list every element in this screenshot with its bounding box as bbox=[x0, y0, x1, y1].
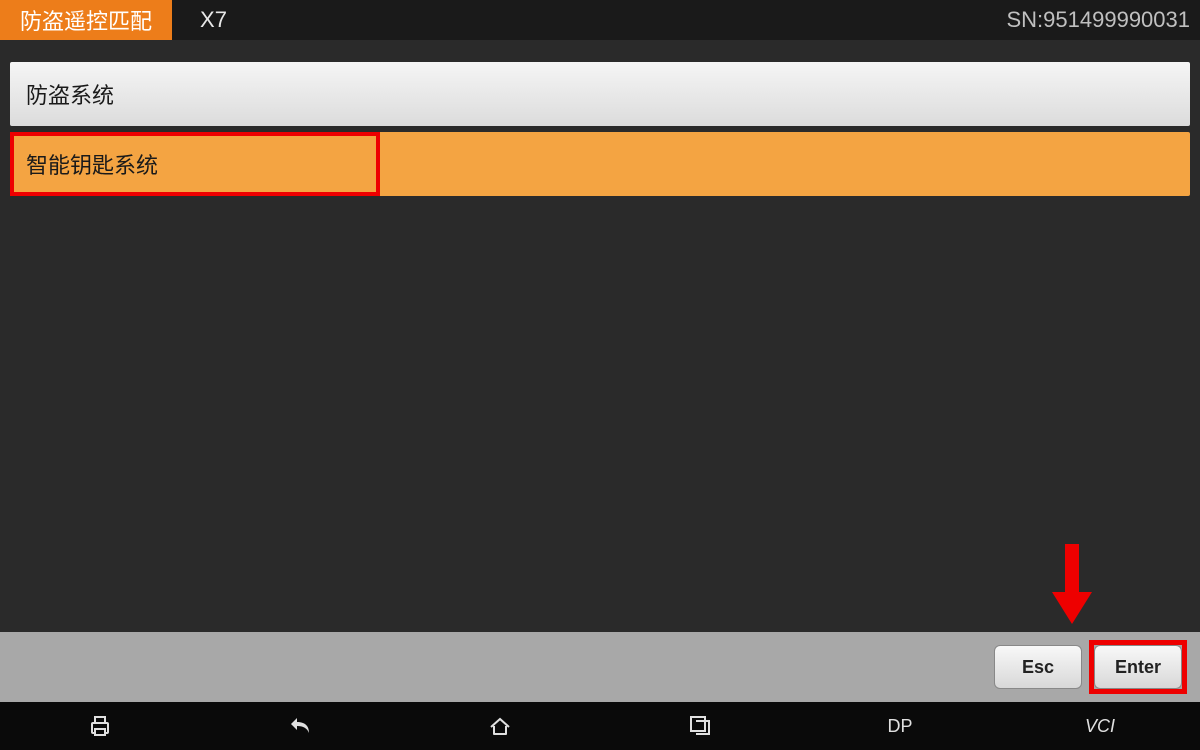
enter-button-wrapper: Enter bbox=[1094, 645, 1182, 689]
nav-dp-button[interactable]: DP bbox=[870, 702, 930, 750]
list-item-antitheft[interactable]: 防盗系统 bbox=[10, 62, 1190, 126]
footer-button-bar: Esc Enter bbox=[0, 632, 1200, 702]
nav-back-button[interactable] bbox=[270, 702, 330, 750]
list-item-label: 智能钥匙系统 bbox=[26, 148, 158, 180]
enter-button[interactable]: Enter bbox=[1094, 645, 1182, 689]
home-icon bbox=[487, 713, 513, 739]
header-bar: 防盗遥控匹配 X7 SN:951499990031 bbox=[0, 0, 1200, 40]
enter-button-label: Enter bbox=[1115, 657, 1161, 678]
nav-dp-label: DP bbox=[887, 716, 912, 737]
nav-recent-button[interactable] bbox=[670, 702, 730, 750]
header-serial: SN:951499990031 bbox=[1007, 7, 1191, 33]
esc-button-label: Esc bbox=[1022, 657, 1054, 678]
list-item-smartkey[interactable]: 智能钥匙系统 bbox=[10, 132, 1190, 196]
nav-print-button[interactable] bbox=[70, 702, 130, 750]
nav-home-button[interactable] bbox=[470, 702, 530, 750]
header-model: X7 bbox=[200, 7, 227, 33]
content-area: 防盗系统 智能钥匙系统 bbox=[0, 62, 1200, 196]
arrow-down-icon bbox=[1052, 544, 1092, 624]
recent-apps-icon bbox=[687, 713, 713, 739]
nav-vci-label: VCI bbox=[1085, 716, 1115, 737]
header-left: 防盗遥控匹配 X7 bbox=[0, 0, 227, 40]
print-icon bbox=[87, 713, 113, 739]
nav-vci-button[interactable]: VCI bbox=[1070, 702, 1130, 750]
nav-bar: DP VCI bbox=[0, 702, 1200, 750]
list-item-label: 防盗系统 bbox=[26, 78, 114, 110]
esc-button[interactable]: Esc bbox=[994, 645, 1082, 689]
header-title: 防盗遥控匹配 bbox=[0, 0, 172, 40]
back-icon bbox=[287, 713, 313, 739]
